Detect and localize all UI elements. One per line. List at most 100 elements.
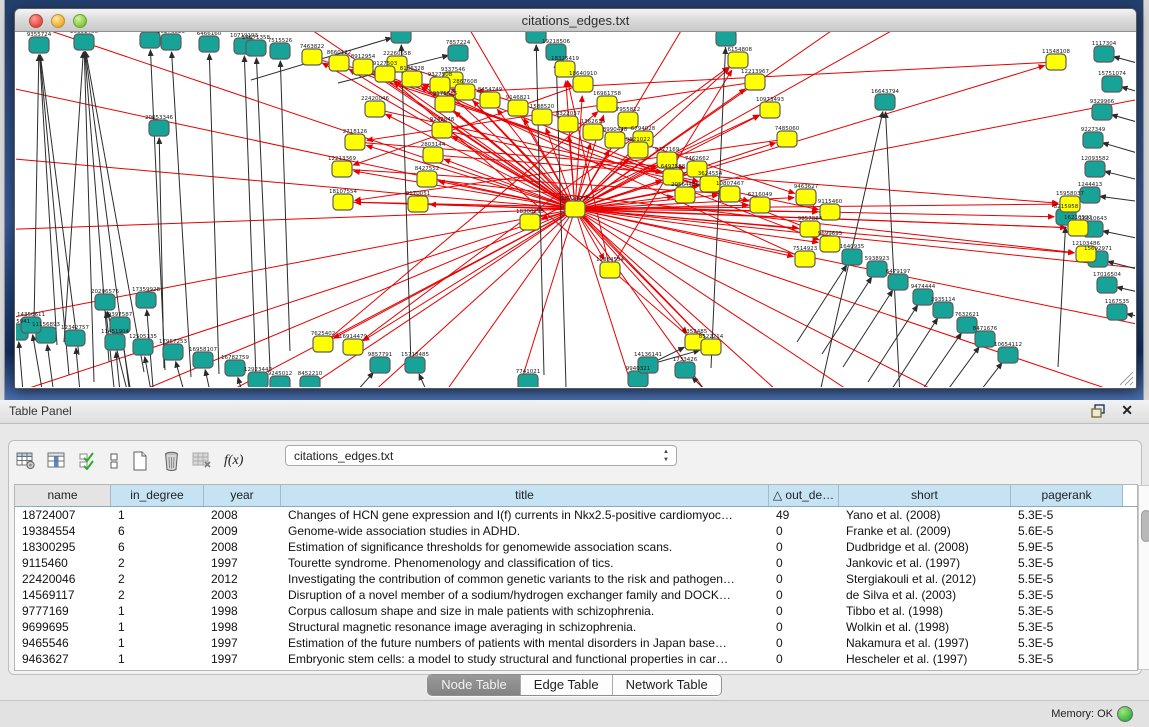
- table-cell[interactable]: 1: [111, 603, 204, 619]
- citation-edge-black[interactable]: [912, 333, 961, 387]
- table-cell[interactable]: 0: [769, 635, 839, 651]
- table-cell[interactable]: Franke et al. (2009): [839, 523, 1011, 539]
- network-node-teal[interactable]: [1107, 304, 1127, 320]
- table-row[interactable]: 946362711997Embryonic stem cells: a mode…: [15, 651, 1137, 667]
- table-cell[interactable]: Dudbridge et al. (2008): [839, 539, 1011, 555]
- table-cell[interactable]: 5.9E-5: [1011, 539, 1123, 555]
- float-window-icon[interactable]: [1091, 404, 1107, 419]
- network-node-teal[interactable]: [716, 32, 736, 46]
- table-cell[interactable]: 1: [111, 635, 204, 651]
- table-cell[interactable]: Yano et al. (2008): [839, 507, 1011, 523]
- network-node-teal[interactable]: [1092, 104, 1112, 120]
- network-node-yellow[interactable]: [408, 196, 428, 212]
- table-cell[interactable]: 2: [111, 587, 204, 603]
- network-node-teal[interactable]: [136, 292, 156, 308]
- table-cell[interactable]: 5.3E-5: [1011, 555, 1123, 571]
- table-cell[interactable]: Estimation of significance thresholds fo…: [281, 539, 769, 555]
- delete-rows-icon[interactable]: [160, 450, 182, 472]
- table-cell[interactable]: Stergiakouli et al. (2012): [839, 571, 1011, 587]
- table-cell[interactable]: 9465546: [15, 635, 111, 651]
- network-view-window[interactable]: citations_edges.txt 93557242069140610553…: [14, 8, 1137, 389]
- table-cell[interactable]: 6: [111, 539, 204, 555]
- column-header-pagerank[interactable]: pagerank: [1011, 485, 1123, 506]
- table-cell[interactable]: 19384554: [15, 523, 111, 539]
- citation-edge-black[interactable]: [1112, 115, 1135, 132]
- network-node-teal[interactable]: [867, 261, 887, 277]
- table-row[interactable]: 1830029562008Estimation of significance …: [15, 539, 1137, 555]
- network-node-yellow[interactable]: [432, 122, 452, 138]
- table-cell[interactable]: Embryonic stem cells: a model to study s…: [281, 651, 769, 667]
- network-node-teal[interactable]: [675, 362, 695, 378]
- table-cell[interactable]: Disruption of a novel member of a sodium…: [281, 587, 769, 603]
- table-cell[interactable]: 18724007: [15, 507, 111, 523]
- network-node-teal[interactable]: [95, 294, 115, 310]
- table-cell[interactable]: 2003: [204, 587, 281, 603]
- citation-edge-black[interactable]: [1114, 57, 1135, 69]
- table-cell[interactable]: 1997: [204, 635, 281, 651]
- citation-edge-black[interactable]: [40, 55, 57, 345]
- table-cell[interactable]: 2012: [204, 571, 281, 587]
- table-cell[interactable]: 9115460: [15, 555, 111, 571]
- network-node-teal[interactable]: [975, 331, 995, 347]
- network-node-teal[interactable]: [225, 360, 245, 376]
- network-node-yellow[interactable]: [605, 132, 625, 148]
- network-node-teal[interactable]: [1083, 132, 1103, 148]
- citation-edge-red[interactable]: [16, 209, 575, 232]
- network-node-teal[interactable]: [933, 302, 953, 318]
- network-node-yellow[interactable]: [675, 187, 695, 203]
- column-header-in_degree[interactable]: in_degree: [111, 485, 204, 506]
- table-cell[interactable]: 0: [769, 523, 839, 539]
- table-cell[interactable]: Jankovic et al. (1997): [839, 555, 1011, 571]
- network-node-yellow[interactable]: [343, 339, 363, 355]
- network-node-teal[interactable]: [199, 36, 219, 52]
- network-node-teal[interactable]: [65, 330, 85, 346]
- network-node-teal[interactable]: [888, 274, 908, 290]
- network-selector-dropdown[interactable]: citations_edges.txt ▲▼: [285, 445, 677, 466]
- table-row[interactable]: 1938455462009Genome-wide association stu…: [15, 523, 1137, 539]
- citation-edge-black[interactable]: [19, 342, 23, 387]
- citation-edge-red[interactable]: [566, 81, 575, 209]
- network-node-yellow[interactable]: [583, 124, 603, 140]
- citation-edge-black[interactable]: [209, 54, 219, 374]
- table-cell[interactable]: 5.3E-5: [1011, 635, 1123, 651]
- table-cell[interactable]: Estimation of the future numbers of pati…: [281, 635, 769, 651]
- table-cell[interactable]: 1998: [204, 603, 281, 619]
- table-cell[interactable]: Structural magnetic resonance image aver…: [281, 619, 769, 635]
- network-node-yellow[interactable]: [600, 262, 620, 278]
- table-cell[interactable]: 1998: [204, 619, 281, 635]
- scrollbar-thumb[interactable]: [1141, 510, 1149, 542]
- network-node-yellow[interactable]: [402, 71, 422, 87]
- table-cell[interactable]: 49: [769, 507, 839, 523]
- citation-edge-black[interactable]: [1103, 231, 1135, 244]
- table-cell[interactable]: 14569117: [15, 587, 111, 603]
- citation-edge-black[interactable]: [244, 56, 256, 378]
- network-node-yellow[interactable]: [455, 84, 475, 100]
- network-node-teal[interactable]: [1094, 46, 1114, 62]
- network-node-teal[interactable]: [270, 376, 290, 387]
- table-cell[interactable]: Genome-wide association studies in ADHD.: [281, 523, 769, 539]
- table-vertical-scrollbar[interactable]: [1138, 485, 1149, 670]
- citation-edge-red[interactable]: [16, 209, 575, 332]
- table-cell[interactable]: 18300295: [15, 539, 111, 555]
- table-cell[interactable]: 2: [111, 571, 204, 587]
- table-cell[interactable]: 5.3E-5: [1011, 651, 1123, 667]
- table-cell[interactable]: 1: [111, 619, 204, 635]
- column-header-year[interactable]: year: [204, 485, 281, 506]
- table-cell[interactable]: 6: [111, 523, 204, 539]
- table-cell[interactable]: Hescheler et al. (1997): [839, 651, 1011, 667]
- network-node-yellow[interactable]: [520, 214, 540, 230]
- citation-edge-black[interactable]: [172, 52, 191, 377]
- network-node-yellow[interactable]: [750, 197, 770, 213]
- network-node-teal[interactable]: [370, 357, 390, 373]
- network-node-yellow[interactable]: [302, 49, 322, 65]
- table-cell[interactable]: Tourette syndrome. Phenomenology and cla…: [281, 555, 769, 571]
- table-cell[interactable]: 5.6E-5: [1011, 523, 1123, 539]
- network-node-yellow[interactable]: [417, 171, 437, 187]
- table-cell[interactable]: 5.3E-5: [1011, 587, 1123, 603]
- table-cell[interactable]: 0: [769, 619, 839, 635]
- network-node-yellow[interactable]: [353, 59, 373, 75]
- tab-network-table[interactable]: Network Table: [613, 675, 721, 695]
- table-cell[interactable]: 0: [769, 571, 839, 587]
- table-cell[interactable]: 0: [769, 587, 839, 603]
- table-cell[interactable]: de Silva et al. (2003): [839, 587, 1011, 603]
